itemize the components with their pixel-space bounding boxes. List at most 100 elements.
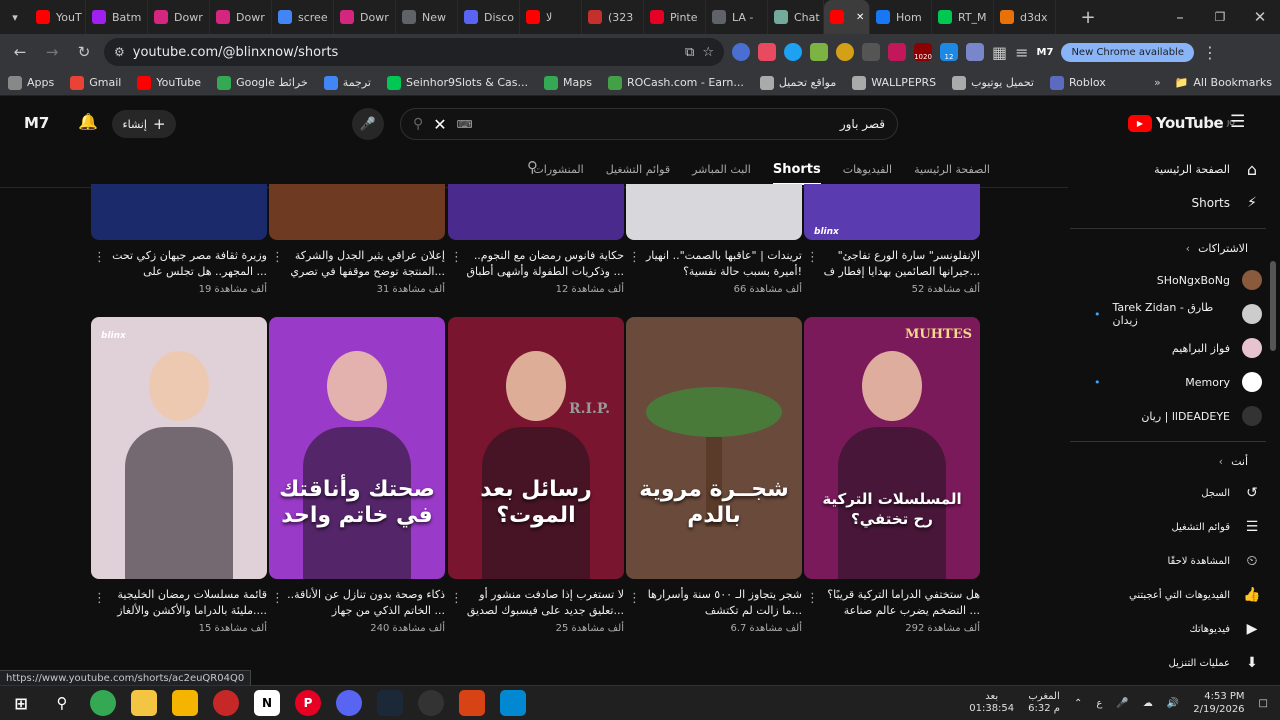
notification-icon[interactable]: □ xyxy=(1259,698,1268,709)
store-icon[interactable] xyxy=(172,690,198,716)
reading-list-icon[interactable]: ≡ xyxy=(1015,43,1028,62)
bookmark-item[interactable]: تحميل يوتيوب xyxy=(952,75,1034,90)
search-box[interactable]: ⚲ ✕ ⌨ قصر باور xyxy=(400,108,898,140)
more-options-icon[interactable]: ⋮ xyxy=(271,591,284,606)
bookmark-item[interactable]: Apps xyxy=(8,75,54,90)
subscriptions-header[interactable]: ‹ الاشتراكات xyxy=(1070,233,1266,263)
bookmark-item[interactable]: Gmail xyxy=(70,75,121,90)
maximize-button[interactable]: ❐ xyxy=(1200,5,1240,29)
sidebar-item-you[interactable]: عمليات التنزيل ⬇ xyxy=(1070,646,1266,680)
sidebar-item-you[interactable]: المشاهدة لاحقًا ⏲ xyxy=(1070,544,1266,578)
volume-icon[interactable]: 🔊 xyxy=(1167,698,1179,709)
sidebar-item-you[interactable]: فيديوهاتك ▶ xyxy=(1070,612,1266,646)
short-card[interactable]: blinx قائمة مسلسلات رمضان الخليجية مليئة … xyxy=(91,317,267,634)
forward-icon[interactable]: → xyxy=(40,40,64,64)
browser-tab[interactable]: Batm xyxy=(86,0,148,34)
obs-icon[interactable] xyxy=(418,690,444,716)
more-options-icon[interactable]: ⋮ xyxy=(450,591,463,606)
bookmark-item[interactable]: Roblox xyxy=(1050,75,1106,90)
chrome-update-badge[interactable]: New Chrome available xyxy=(1061,42,1194,62)
extension-icon[interactable] xyxy=(732,43,750,61)
extension-icon[interactable] xyxy=(810,43,828,61)
short-card[interactable]: blinx "الإنفلونسر" سارة الورع تفاجئ جيران… xyxy=(804,184,980,295)
short-thumbnail[interactable]: المسلسلات التركية رح تختفي؟ MUHTES xyxy=(804,317,980,579)
short-thumbnail[interactable]: رسائل بعد الموت؟ R.I.P. xyxy=(448,317,624,579)
search-input[interactable]: قصر باور xyxy=(483,117,885,131)
browser-tab[interactable]: d3dx xyxy=(994,0,1056,34)
close-tab-icon[interactable]: ✕ xyxy=(856,12,864,23)
browser-tab[interactable]: Dowr xyxy=(148,0,210,34)
short-card[interactable]: حكاية فانوس رمضان مع النجوم.. وذكريات ال… xyxy=(448,184,624,295)
hamburger-menu-icon[interactable]: ☰ xyxy=(1230,112,1245,132)
browser-tab[interactable]: YouT xyxy=(30,0,86,34)
short-thumbnail[interactable]: blinx xyxy=(91,317,267,579)
minimize-button[interactable]: – xyxy=(1160,5,1200,29)
omnibox[interactable]: ⚙ youtube.com/@blinxnow/shorts ⧉ ☆ xyxy=(104,38,724,66)
short-title[interactable]: وزيرة ثقافة مصر جيهان زكي تحت المجهر.. ه… xyxy=(91,248,267,282)
extension-icon[interactable] xyxy=(862,43,880,61)
more-options-icon[interactable]: ⋮ xyxy=(628,591,641,606)
youtube-logo[interactable]: ▶ YouTube JO xyxy=(1128,114,1235,132)
browser-tab[interactable]: New xyxy=(396,0,458,34)
notifications-bell-icon[interactable]: 🔔 xyxy=(78,112,98,131)
tray-overflow-icon[interactable]: ⌃ xyxy=(1074,698,1082,709)
browser-tab[interactable]: Hom xyxy=(870,0,932,34)
short-title[interactable]: لا تستغرب إذا صادفت منشور أو تعليق جديد … xyxy=(448,587,624,621)
more-options-icon[interactable]: ⋮ xyxy=(93,591,106,606)
extension-icon[interactable] xyxy=(836,43,854,61)
browser-tab[interactable]: Pinte xyxy=(644,0,706,34)
create-button[interactable]: إنشاء + xyxy=(112,110,176,138)
browser-tab[interactable]: ✕ xyxy=(824,0,870,34)
browser-tab[interactable]: Dowr xyxy=(210,0,272,34)
reload-icon[interactable]: ↻ xyxy=(72,40,96,64)
extension-icon[interactable]: 12 xyxy=(940,43,958,61)
bookmark-item[interactable]: YouTube xyxy=(137,75,201,90)
voice-search-icon[interactable]: 🎤 xyxy=(352,108,384,140)
short-card[interactable]: رسائل بعد الموت؟ R.I.P. لا تستغرب إذا صادف… xyxy=(448,317,624,634)
browser-tab[interactable]: Dowr xyxy=(334,0,396,34)
short-thumbnail[interactable] xyxy=(91,184,267,240)
more-options-icon[interactable]: ⋮ xyxy=(271,250,284,265)
subscription-item[interactable]: • Memory xyxy=(1070,365,1266,399)
subscription-item[interactable]: SHoNgxBoNg xyxy=(1070,263,1266,297)
microphone-icon[interactable]: 🎤 xyxy=(1116,698,1128,709)
url-text[interactable]: youtube.com/@blinxnow/shorts xyxy=(133,45,677,60)
sidebar-item-you[interactable]: الفيديوهات التي أعجبتني 👍 xyxy=(1070,578,1266,612)
short-thumbnail[interactable]: شجــرة مروية بالدم xyxy=(626,317,802,579)
clear-search-icon[interactable]: ✕ xyxy=(433,115,446,134)
channel-tab[interactable]: الصفحة الرئيسية xyxy=(914,163,990,176)
profile-avatar[interactable]: M7 xyxy=(1037,47,1054,58)
install-app-icon[interactable]: ⧉ xyxy=(685,45,694,60)
bookmark-item[interactable]: Maps xyxy=(544,75,592,90)
channel-tab[interactable]: المنشورات xyxy=(533,163,583,176)
page-scrollbar[interactable] xyxy=(1270,261,1276,351)
bookmark-item[interactable]: WALLPEPRS xyxy=(852,75,936,90)
site-info-icon[interactable]: ⚙ xyxy=(114,45,125,59)
steam-icon[interactable] xyxy=(377,690,403,716)
keyboard-icon[interactable]: ⌨ xyxy=(457,118,473,131)
short-title[interactable]: قائمة مسلسلات رمضان الخليجية مليئة بالدر… xyxy=(91,587,267,621)
search-icon[interactable]: ⚲ xyxy=(413,116,423,132)
browser-tab[interactable]: Chat xyxy=(768,0,824,34)
browser-tab[interactable]: scree xyxy=(272,0,334,34)
short-thumbnail[interactable]: صحتك وأناقتك في خاتم واحد xyxy=(269,317,445,579)
pinterest-icon[interactable]: P xyxy=(295,690,321,716)
bookmark-item[interactable]: مواقع تحميل xyxy=(759,75,836,90)
short-title[interactable]: "الإنفلونسر" سارة الورع تفاجئ جيرانها ال… xyxy=(804,248,980,282)
bookmarks-overflow-icon[interactable]: » xyxy=(1154,76,1161,89)
channel-tab[interactable]: Shorts xyxy=(772,162,821,185)
subscription-item[interactable]: ريان | llDEADEYE xyxy=(1070,399,1266,433)
short-title[interactable]: إعلان عراقي يثير الجدل والشركة المنتجة ت… xyxy=(269,248,445,282)
short-title[interactable]: تريندات | "عاقبها بالصمت".. انهيار أميرة… xyxy=(626,248,802,282)
app-icon[interactable] xyxy=(213,690,239,716)
taskbar-search-icon[interactable]: ⚲ xyxy=(49,690,75,716)
clock[interactable]: 4:53 PM 2/19/2026 xyxy=(1193,690,1244,716)
account-avatar[interactable]: M7 xyxy=(24,114,49,132)
app-icon[interactable] xyxy=(459,690,485,716)
short-thumbnail[interactable] xyxy=(269,184,445,240)
short-card[interactable]: المسلسلات التركية رح تختفي؟ MUHTES هل ستخت… xyxy=(804,317,980,634)
more-options-icon[interactable]: ⋮ xyxy=(806,591,819,606)
short-thumbnail[interactable] xyxy=(626,184,802,240)
extension-icon[interactable]: 1020 xyxy=(914,43,932,61)
sidebar-item-you[interactable]: قوائم التشغيل ☰ xyxy=(1070,510,1266,544)
